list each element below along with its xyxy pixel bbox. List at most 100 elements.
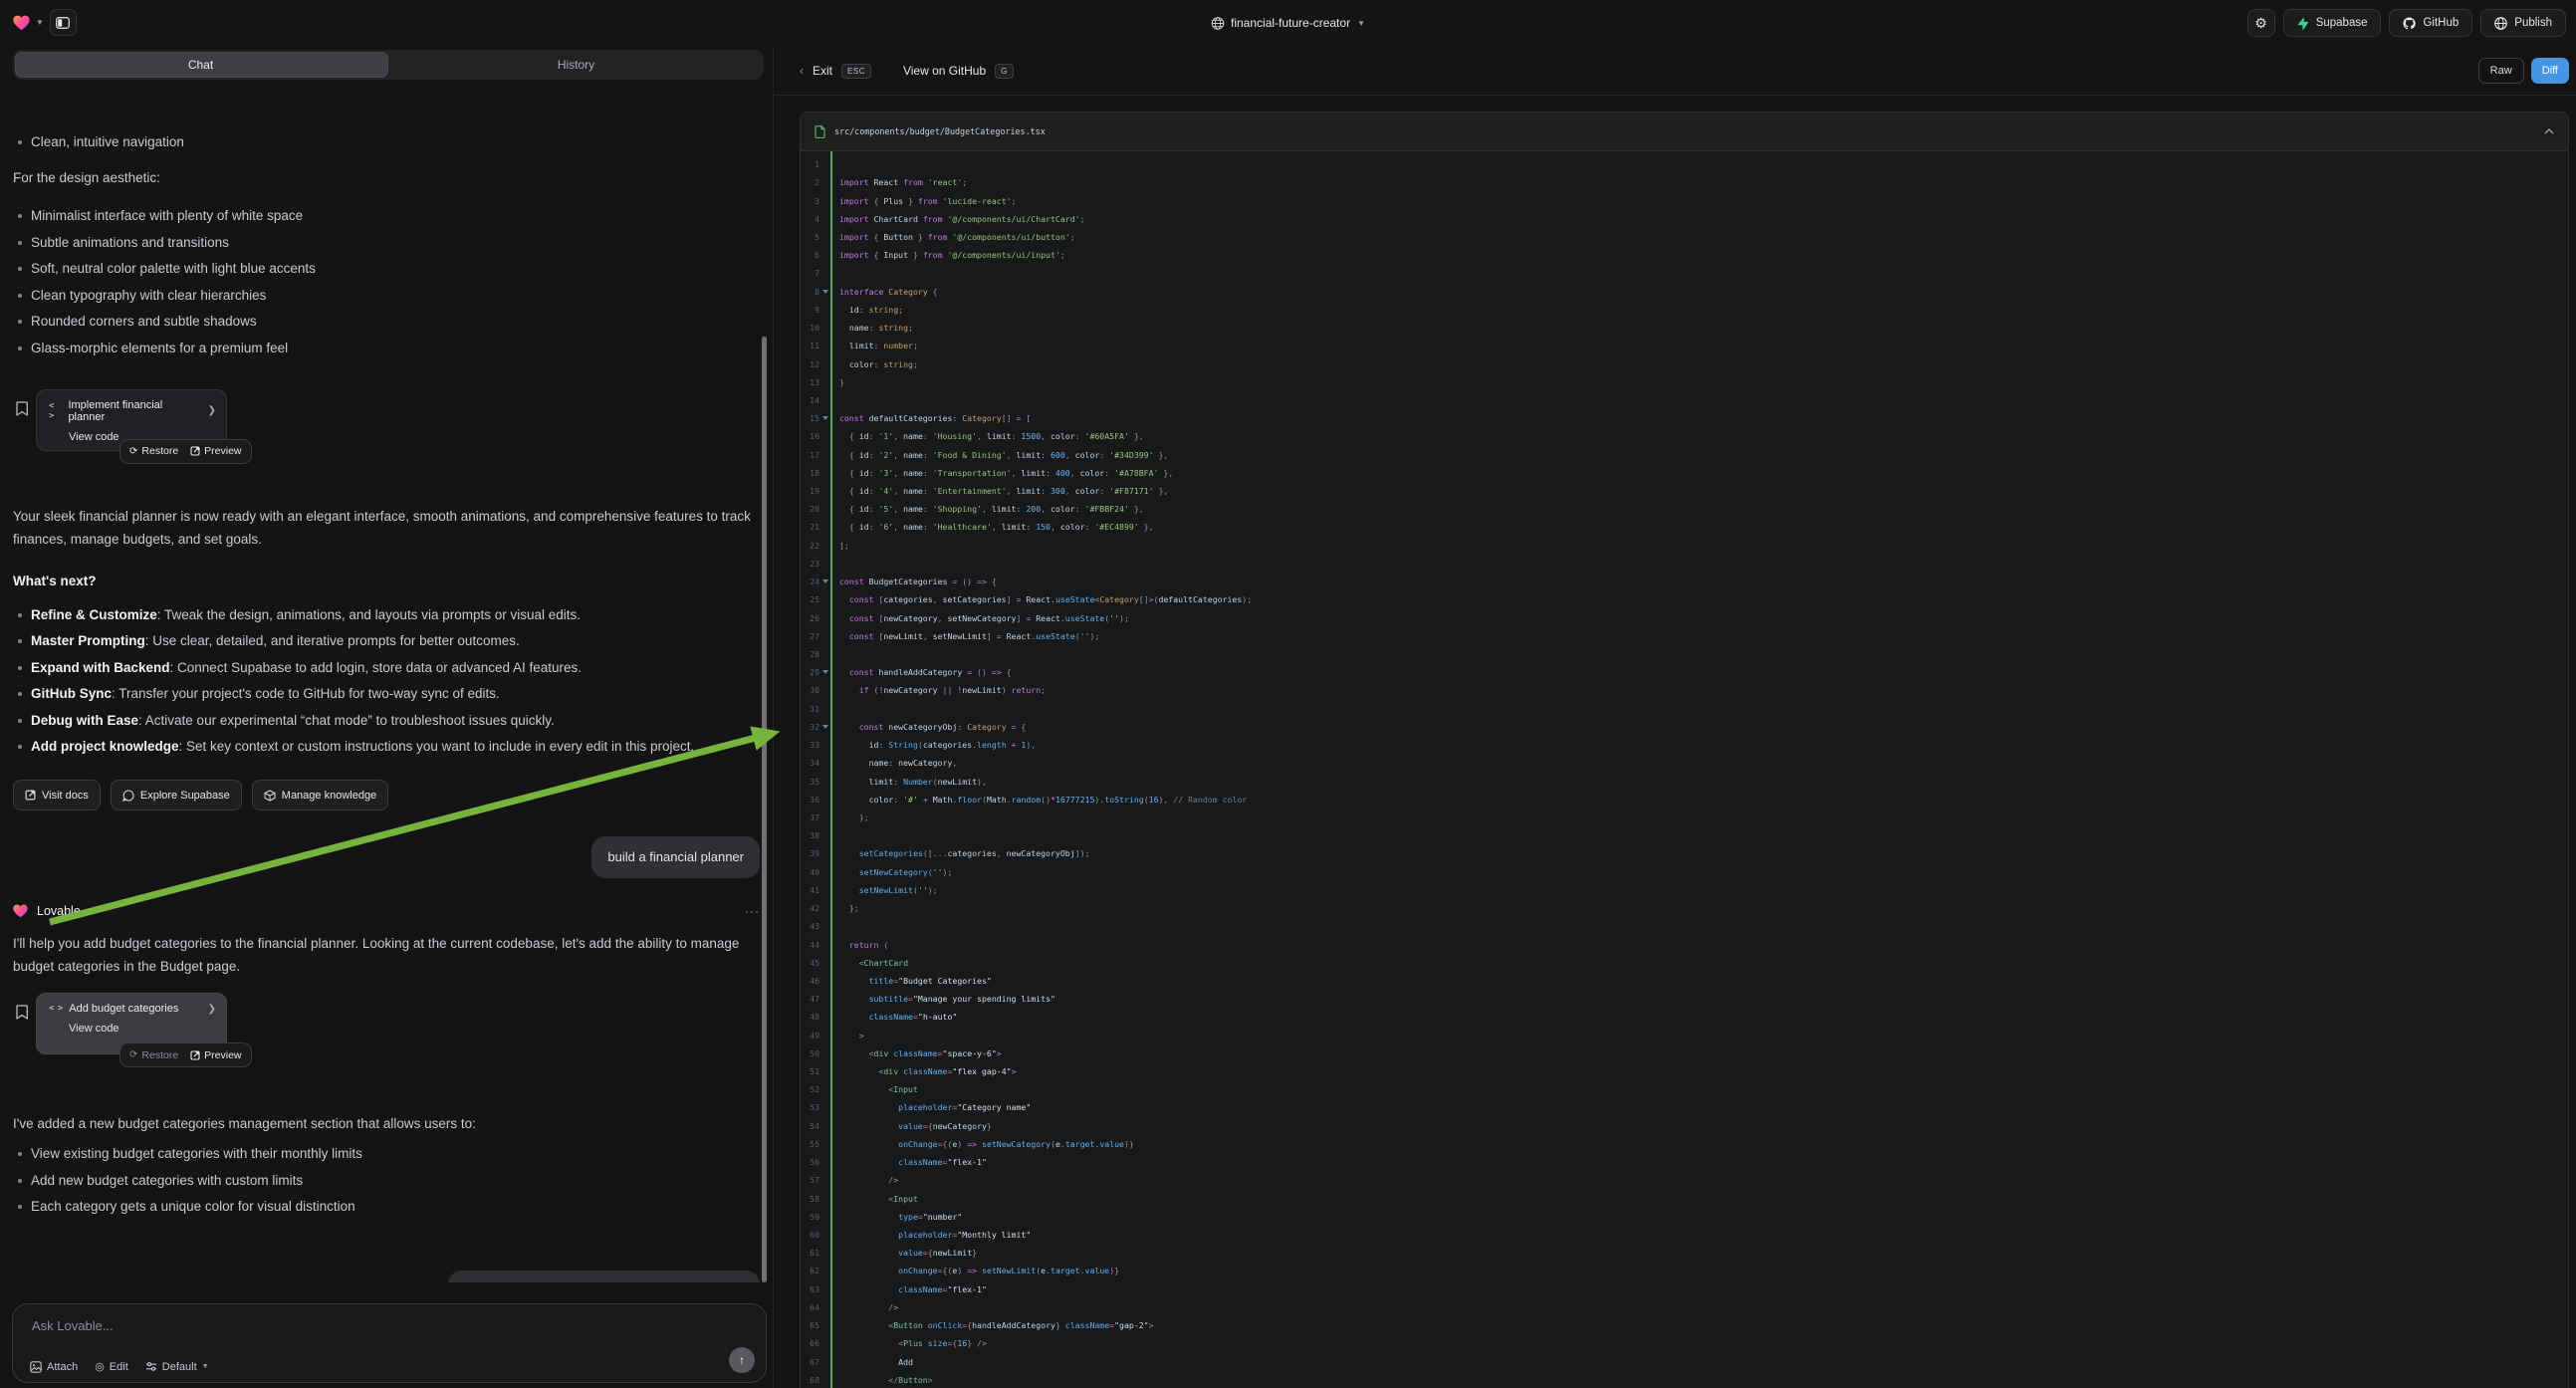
line-number: 52: [801, 1084, 820, 1094]
code-line: [839, 555, 2568, 573]
explore-supabase-button[interactable]: Explore Supabase: [111, 780, 242, 810]
line-number: 43: [801, 921, 820, 931]
version-card-wrap: < > Implement financial planner ❯ View c…: [13, 389, 760, 477]
assistant-name: Lovable: [37, 904, 81, 918]
code-line: { id: '6', name: 'Healthcare', limit: 15…: [839, 518, 2568, 536]
preview-button[interactable]: Preview: [190, 1049, 241, 1061]
restore-button[interactable]: ⟳Restore: [129, 445, 178, 457]
mode-selector[interactable]: Default ▼: [145, 1361, 209, 1373]
send-button[interactable]: ↑: [729, 1347, 755, 1373]
line-number: 57: [801, 1175, 820, 1185]
line-number: 41: [801, 885, 820, 895]
supabase-button[interactable]: Supabase: [2283, 9, 2382, 37]
g-key-badge: G: [995, 64, 1014, 79]
line-number: 47: [801, 994, 820, 1004]
code-line: const BudgetCategories = () => {: [839, 573, 2568, 590]
code-line: const handleAddCategory = () => {: [839, 663, 2568, 681]
code-line: [839, 155, 2568, 173]
manage-knowledge-button[interactable]: Manage knowledge: [252, 780, 388, 810]
assistant-paragraph: I'll help you add budget categories to t…: [13, 932, 760, 978]
fold-chevron-icon[interactable]: [820, 416, 830, 420]
line-number: 20: [801, 504, 820, 514]
line-number: 15: [801, 413, 820, 423]
code-icon: < >: [49, 401, 61, 421]
whats-next-item: Refine & Customize: Tweak the design, an…: [13, 604, 760, 626]
line-number: 39: [801, 848, 820, 858]
chat-input[interactable]: Ask Lovable...: [32, 1318, 114, 1333]
bullet-item: Subtle animations and transitions: [13, 232, 760, 254]
lovable-logo-heart-icon[interactable]: [13, 15, 30, 31]
code-line: interface Category {: [839, 283, 2568, 301]
view-on-github-button[interactable]: View on GitHub: [903, 64, 986, 78]
diff-toggle-button[interactable]: Diff: [2531, 58, 2569, 84]
chat-panel: Chat History Clean, intuitive navigation…: [0, 46, 773, 1388]
tab-history[interactable]: History: [388, 50, 764, 80]
fold-chevron-icon[interactable]: [820, 725, 830, 729]
chevron-down-icon: ▼: [202, 1363, 209, 1370]
chevron-left-icon[interactable]: ‹: [800, 64, 804, 78]
bullet-item: Each category gets a unique color for vi…: [13, 1196, 760, 1218]
tab-chat[interactable]: Chat: [13, 50, 388, 80]
line-number: 67: [801, 1357, 820, 1367]
bookmark-icon[interactable]: [16, 401, 28, 416]
bullet-item: Add new budget categories with custom li…: [13, 1170, 760, 1192]
collapse-chevron-up-icon[interactable]: [2544, 128, 2554, 134]
code-line: subtitle="Manage your spending limits": [839, 990, 2568, 1008]
image-icon: [30, 1361, 42, 1373]
code-line: <Plus size={16} />: [839, 1334, 2568, 1352]
project-globe-icon: [1211, 17, 1224, 30]
code-line: return (: [839, 935, 2568, 953]
project-selector[interactable]: financial-future-creator ▼: [1211, 0, 1365, 46]
line-number: 14: [801, 395, 820, 405]
message-options-button[interactable]: ···: [745, 904, 760, 918]
exit-button[interactable]: Exit: [813, 64, 832, 78]
line-number: 25: [801, 594, 820, 604]
chat-history-tabs: Chat History: [13, 50, 764, 80]
line-number: 16: [801, 431, 820, 441]
toggle-sidebar-button[interactable]: [50, 9, 77, 36]
fold-chevron-icon[interactable]: [820, 579, 830, 583]
fold-chevron-icon[interactable]: [820, 290, 830, 294]
restore-button[interactable]: ⟳Restore: [129, 1049, 178, 1061]
settings-button[interactable]: ⚙: [2247, 9, 2275, 37]
version-card-title: Implement financial planner: [68, 399, 193, 423]
edit-button[interactable]: ◎ Edit: [95, 1360, 128, 1373]
supabase-icon: [2297, 17, 2309, 30]
code-line: { id: '1', name: 'Housing', limit: 1500,…: [839, 427, 2568, 445]
code-line: Add: [839, 1352, 2568, 1370]
code-file-header[interactable]: src/components/budget/BudgetCategories.t…: [801, 113, 2568, 151]
line-number: 38: [801, 830, 820, 840]
line-number: 63: [801, 1284, 820, 1294]
github-button[interactable]: GitHub: [2389, 9, 2472, 37]
whats-next-heading: What's next?: [13, 571, 760, 592]
publish-button[interactable]: Publish: [2480, 9, 2566, 37]
project-chevron-down-icon: ▼: [1357, 19, 1365, 28]
restore-icon: ⟳: [129, 446, 137, 457]
chat-bubble-icon: [122, 790, 134, 802]
visit-docs-button[interactable]: Visit docs: [13, 780, 101, 810]
code-line: import { Input } from '@/components/ui/i…: [839, 246, 2568, 264]
target-circle-icon: ◎: [95, 1360, 105, 1373]
bullet-item: View existing budget categories with the…: [13, 1143, 760, 1165]
fold-chevron-icon[interactable]: [820, 670, 830, 674]
code-line: value={newLimit}: [839, 1244, 2568, 1262]
bookmark-icon[interactable]: [16, 1005, 28, 1020]
workspace-chevron-down-icon[interactable]: ▼: [36, 18, 44, 27]
line-number: 10: [801, 323, 820, 333]
view-code-link[interactable]: View code: [49, 1023, 216, 1035]
raw-toggle-button[interactable]: Raw: [2478, 58, 2524, 84]
line-number: 7: [801, 268, 820, 278]
line-number: 64: [801, 1302, 820, 1312]
chat-scrollbar[interactable]: [762, 337, 767, 1282]
code-line: import { Button } from '@/components/ui/…: [839, 228, 2568, 246]
attach-button[interactable]: Attach: [30, 1361, 78, 1373]
code-line: id: String(categories.length + 1),: [839, 736, 2568, 754]
code-editor[interactable]: 1234567891011121314151617181920212223242…: [801, 151, 2568, 1388]
chat-composer[interactable]: Ask Lovable... Attach ◎ Edit Default ▼ ↑: [12, 1303, 767, 1383]
version-card-title: Add budget categories: [69, 1003, 178, 1015]
code-line: setNewCategory('');: [839, 863, 2568, 881]
line-number: 5: [801, 232, 820, 242]
preview-button[interactable]: Preview: [190, 445, 241, 457]
code-line: className="h-auto": [839, 1008, 2568, 1026]
line-number: 32: [801, 722, 820, 732]
